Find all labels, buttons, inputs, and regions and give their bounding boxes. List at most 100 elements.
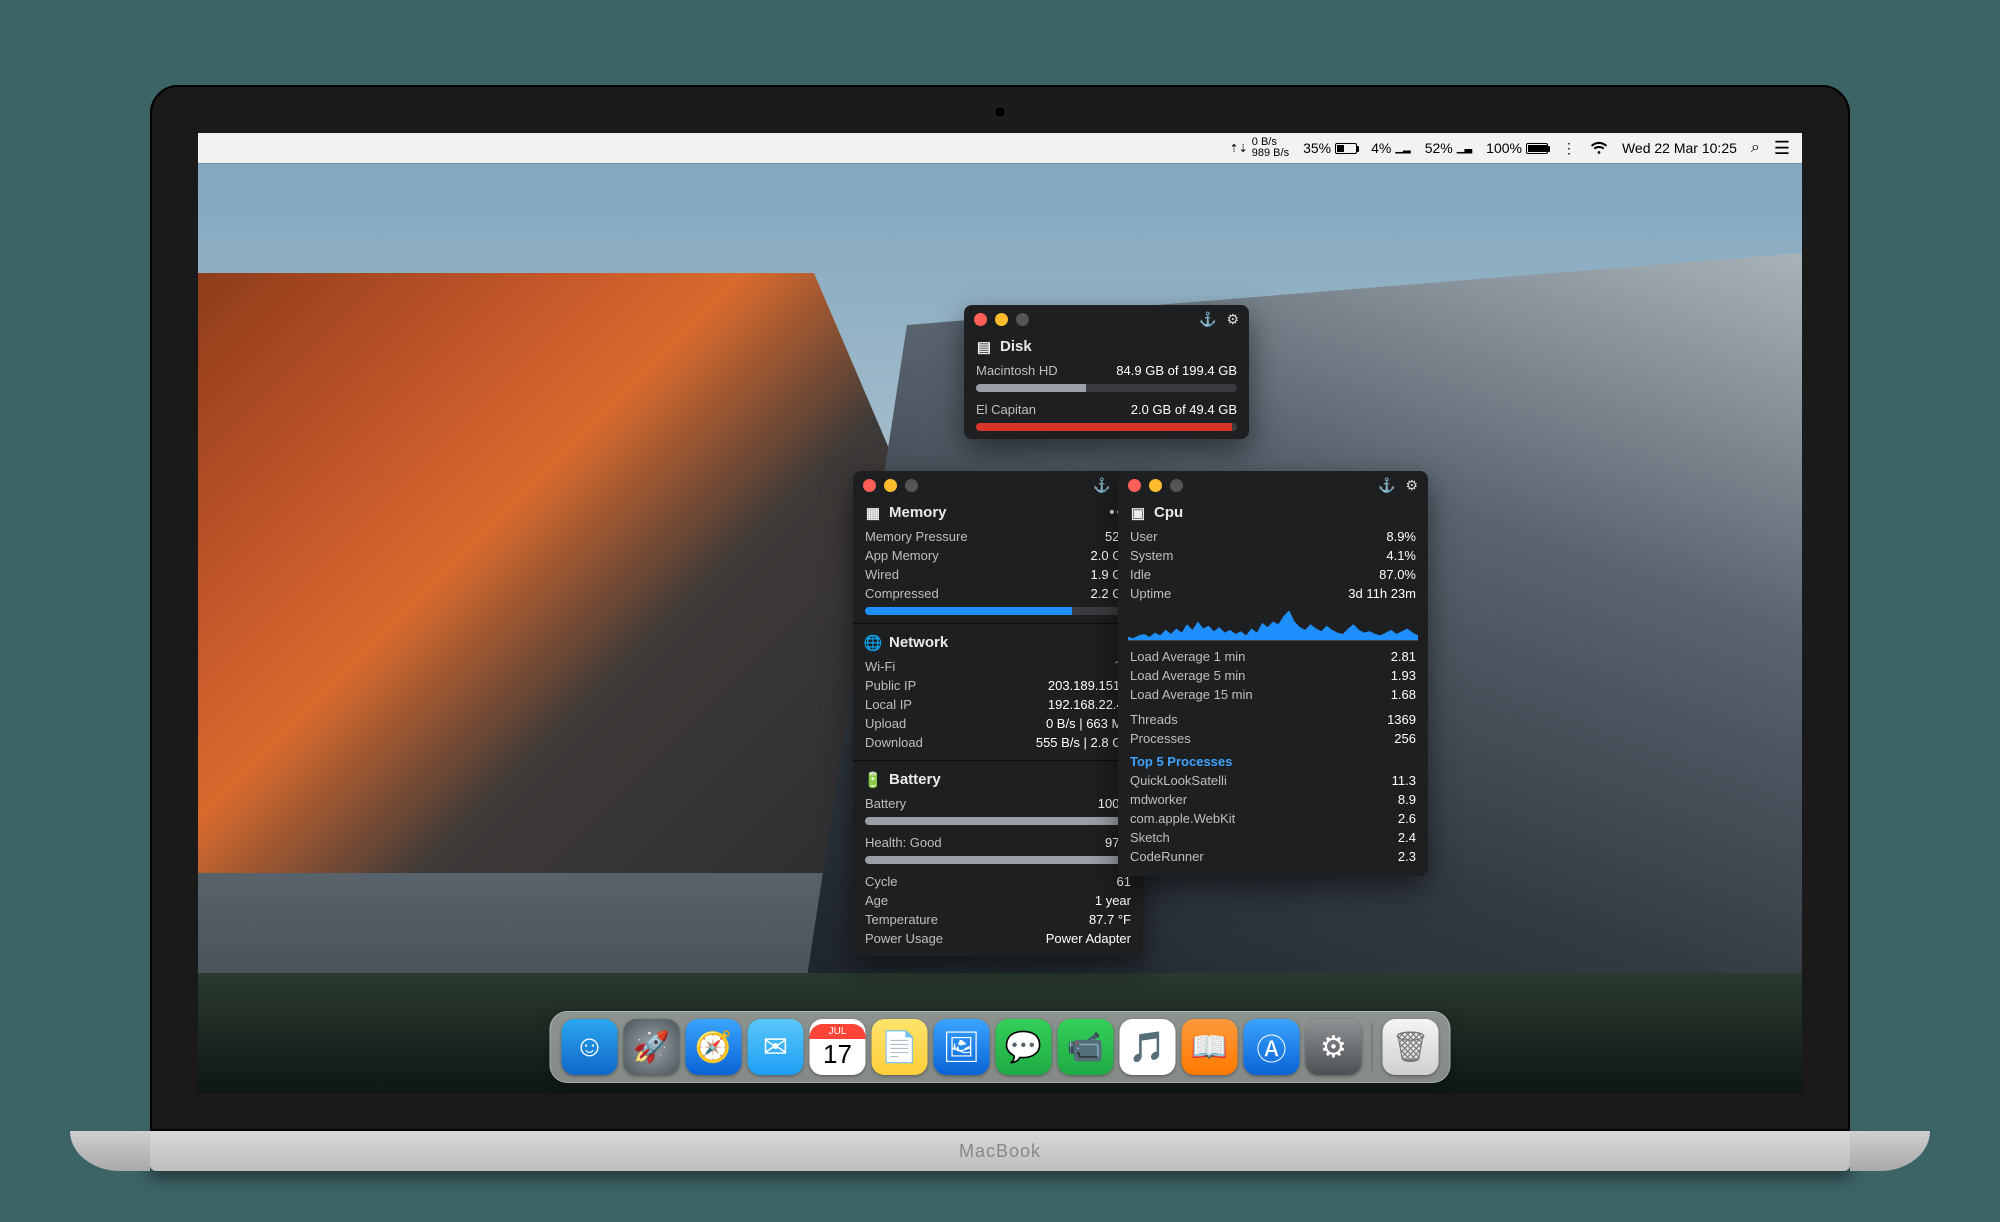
cpu-load-row: Load Average 15 min1.68 (1118, 685, 1428, 704)
battery-icon: 🔋 (865, 773, 881, 787)
dock-books[interactable]: 📖 (1182, 1019, 1238, 1075)
network-iface-row[interactable]: Wi-Fi ⌃⌄ (853, 657, 1143, 676)
gear-icon[interactable]: ⚙ (1226, 311, 1239, 328)
anchor-icon[interactable]: ⚓ (1093, 477, 1110, 494)
minimize-icon[interactable] (995, 313, 1008, 326)
dock-mail[interactable]: ✉ (748, 1019, 804, 1075)
desktop: ⇡⇣ 0 B/s989 B/s 35% 4%▁▂ 52%▁▃ 100% ⋮ We… (198, 133, 1802, 1093)
memory-titlebar[interactable]: ⚓ ⚙ (853, 471, 1143, 498)
network-header: 🌐 Network (853, 628, 1143, 657)
minimize-icon[interactable] (1149, 479, 1162, 492)
wifi-icon[interactable] (1590, 141, 1608, 155)
battery-level-row: Battery100% (853, 794, 1143, 813)
disk-drive-row: El Capitan2.0 GB of 49.4 GB (964, 400, 1249, 419)
cpu-titlebar[interactable]: ⚓ ⚙ (1118, 471, 1428, 498)
menubar-stat-2[interactable]: 4%▁▂ (1371, 140, 1411, 156)
dock: ☺🚀🧭✉JUL17📄🖼💬📹🎵📖Ⓐ⚙ 🗑 (550, 1011, 1451, 1083)
cpu-row: User8.9% (1118, 527, 1428, 546)
menubar-clock[interactable]: Wed 22 Mar 10:25 (1622, 140, 1737, 156)
memory-header: ▦ Memory ••• (853, 498, 1143, 527)
network-row: Local IP192.168.22.41 (853, 695, 1143, 714)
battery-row: Cycle61 (853, 872, 1143, 891)
network-icon: 🌐 (865, 636, 881, 650)
zoom-icon[interactable] (1016, 313, 1029, 326)
menubar-stat-3[interactable]: 52%▁▃ (1425, 140, 1472, 156)
memory-widget[interactable]: ⚓ ⚙ ▦ Memory ••• Memory Pressure52%App M… (853, 471, 1143, 956)
cpu-row: Idle87.0% (1118, 565, 1428, 584)
bars-icon (1335, 143, 1357, 154)
dock-music[interactable]: 🎵 (1120, 1019, 1176, 1075)
cpu-top-row: QuickLookSatelli11.3 (1118, 771, 1428, 790)
menubar-battery[interactable]: 100% (1486, 140, 1548, 156)
close-icon[interactable] (1128, 479, 1141, 492)
top-processes-title: Top 5 Processes (1118, 748, 1428, 771)
dock-appstore[interactable]: Ⓐ (1244, 1019, 1300, 1075)
cpu-widget[interactable]: ⚓ ⚙ ▣ Cpu User8.9%System4.1%Idle87.0%Upt… (1118, 471, 1428, 876)
dock-safari[interactable]: 🧭 (686, 1019, 742, 1075)
minimize-icon[interactable] (884, 479, 897, 492)
battery-row: Power UsagePower Adapter (853, 929, 1143, 948)
disk-drive-row: Macintosh HD84.9 GB of 199.4 GB (964, 361, 1249, 380)
cpu-top-row: com.apple.WebKit2.6 (1118, 809, 1428, 828)
dock-trash[interactable]: 🗑 (1383, 1019, 1439, 1075)
cpu-header: ▣ Cpu (1118, 498, 1428, 527)
disk-titlebar[interactable]: ⚓ ⚙ (964, 305, 1249, 332)
dock-settings[interactable]: ⚙ (1306, 1019, 1362, 1075)
laptop-camera (995, 107, 1005, 117)
dock-separator (1372, 1023, 1373, 1071)
dock-messages[interactable]: 💬 (996, 1019, 1052, 1075)
cpu-count-row: Processes256 (1118, 729, 1428, 748)
zoom-icon[interactable] (1170, 479, 1183, 492)
zoom-icon[interactable] (905, 479, 918, 492)
cpu-icon: ▣ (1130, 506, 1146, 520)
dock-notes[interactable]: 📄 (872, 1019, 928, 1075)
cpu-load-row: Load Average 5 min1.93 (1118, 666, 1428, 685)
anchor-icon[interactable]: ⚓ (1378, 477, 1395, 494)
disk-bar (976, 423, 1237, 431)
laptop-base: MacBook (150, 1131, 1850, 1171)
dock-facetime[interactable]: 📹 (1058, 1019, 1114, 1075)
bluetooth-icon[interactable]: ⋮ (1562, 140, 1576, 157)
net-down-label: 989 B/s (1252, 147, 1289, 159)
disk-icon: ▤ (976, 340, 992, 354)
cpu-row: Uptime3d 11h 23m (1118, 584, 1428, 603)
cpu-top-row: CodeRunner2.3 (1118, 847, 1428, 866)
notification-center-icon[interactable]: ☰ (1774, 138, 1790, 159)
menubar-stat-1[interactable]: 35% (1303, 140, 1357, 156)
cpu-sparkline (1128, 607, 1418, 641)
dock-calendar[interactable]: JUL17 (810, 1019, 866, 1075)
dock-finder[interactable]: ☺ (562, 1019, 618, 1075)
laptop-brand-label: MacBook (959, 1141, 1041, 1162)
battery-health-bar (865, 856, 1131, 864)
spotlight-icon[interactable]: ⌕ (1751, 139, 1760, 157)
gear-icon[interactable]: ⚙ (1405, 477, 1418, 494)
disk-bar (976, 384, 1237, 392)
battery-header: 🔋 Battery (853, 765, 1143, 794)
close-icon[interactable] (974, 313, 987, 326)
memory-bar (865, 607, 1131, 615)
menubar-net-speed[interactable]: ⇡⇣ 0 B/s989 B/s (1229, 137, 1289, 159)
battery-bar (865, 817, 1131, 825)
cpu-load-row: Load Average 1 min2.81 (1118, 647, 1428, 666)
battery-icon (1526, 143, 1548, 154)
memory-row: Wired1.9 GB (853, 565, 1143, 584)
memory-row: Compressed2.2 GB (853, 584, 1143, 603)
menubar: ⇡⇣ 0 B/s989 B/s 35% 4%▁▂ 52%▁▃ 100% ⋮ We… (198, 133, 1802, 163)
memory-row: Memory Pressure52% (853, 527, 1143, 546)
battery-health-row: Health: Good97% (853, 833, 1143, 852)
memory-icon: ▦ (865, 506, 881, 520)
cpu-top-row: Sketch2.4 (1118, 828, 1428, 847)
anchor-icon[interactable]: ⚓ (1199, 311, 1216, 328)
memory-row: App Memory2.0 GB (853, 546, 1143, 565)
disk-header: ▤ Disk (964, 332, 1249, 361)
dock-launchpad[interactable]: 🚀 (624, 1019, 680, 1075)
cpu-top-row: mdworker8.9 (1118, 790, 1428, 809)
close-icon[interactable] (863, 479, 876, 492)
disk-widget[interactable]: ⚓ ⚙ ▤ Disk Macintosh HD84.9 GB of 199.4 … (964, 305, 1249, 439)
network-row: Upload0 B/s | 663 MB (853, 714, 1143, 733)
network-row: Download555 B/s | 2.8 GB (853, 733, 1143, 752)
battery-row: Age1 year (853, 891, 1143, 910)
dock-preview[interactable]: 🖼 (934, 1019, 990, 1075)
cpu-count-row: Threads1369 (1118, 710, 1428, 729)
cpu-row: System4.1% (1118, 546, 1428, 565)
